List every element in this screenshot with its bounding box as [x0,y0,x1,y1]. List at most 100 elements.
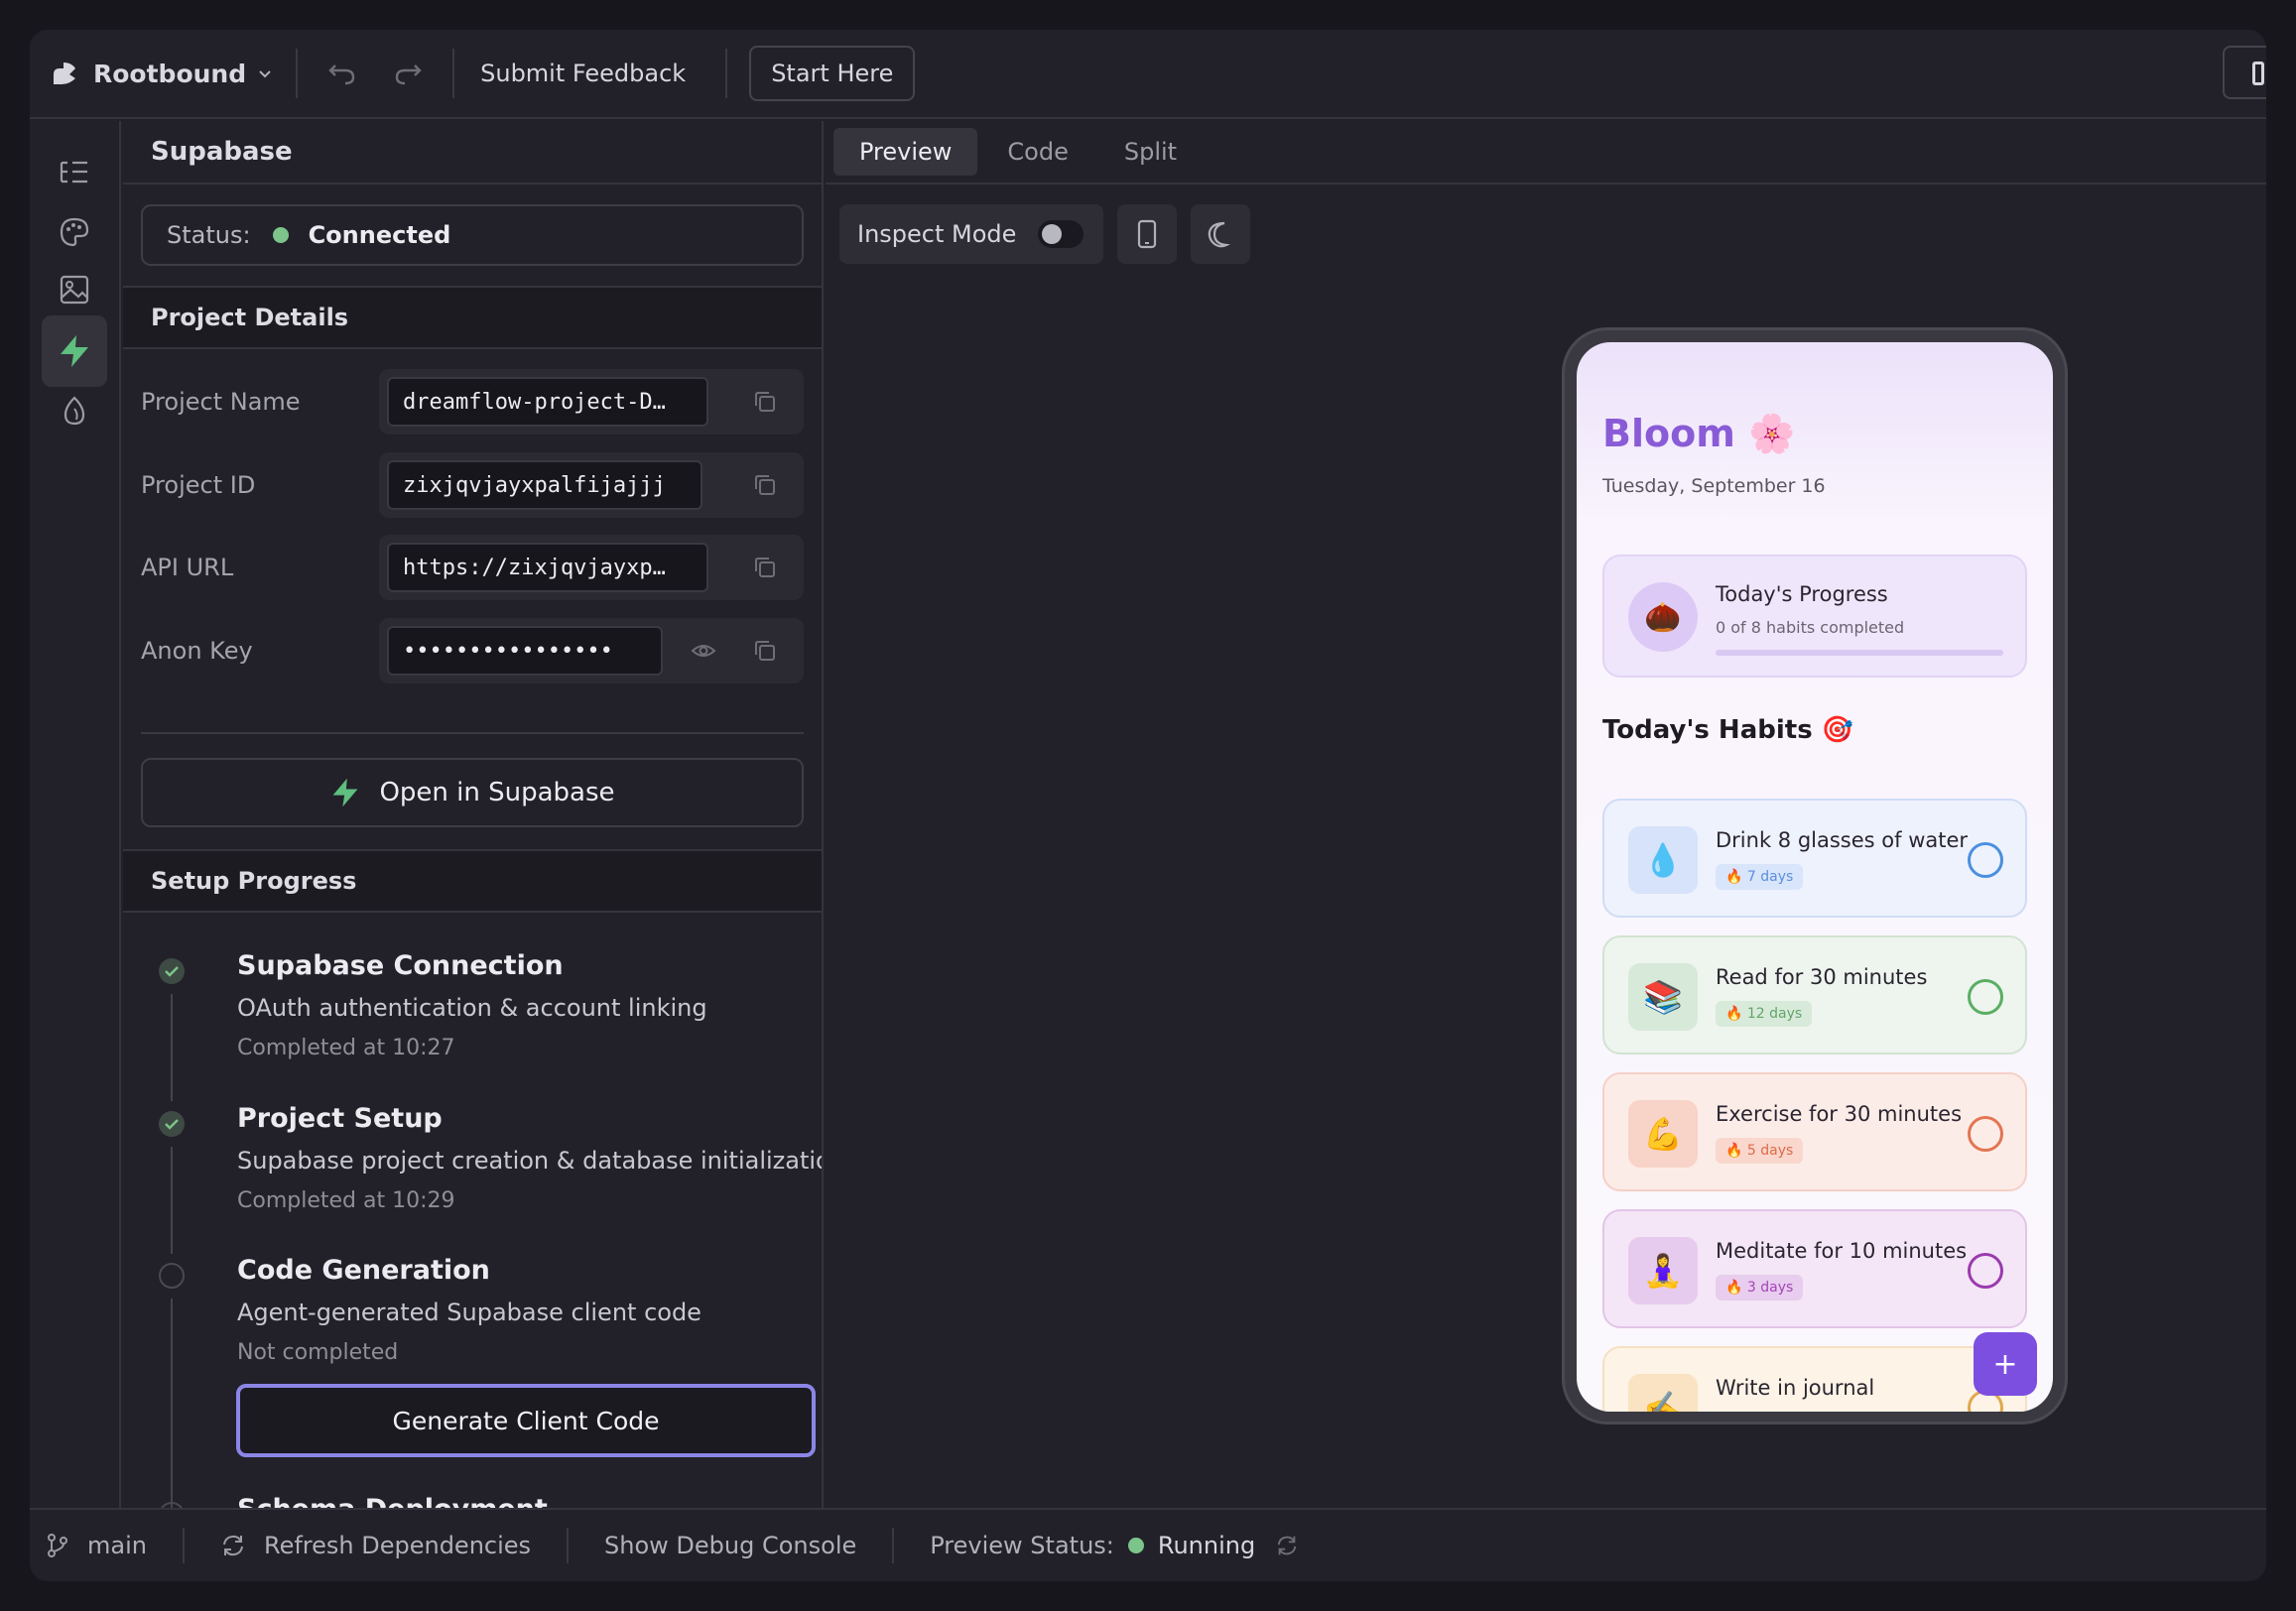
habit-name: Exercise for 30 minutes [1716,1102,1963,1126]
project-details-heading: Project Details [123,286,822,349]
streak-badge: 🔥 12 days [1716,1001,1813,1027]
refresh-dependencies-button[interactable]: Refresh Dependencies [264,1532,531,1559]
undo-button[interactable] [319,51,365,96]
image-icon [60,275,89,305]
setup-progress-heading: Setup Progress [123,849,822,913]
progress-bar [1716,650,2003,656]
habit-card[interactable]: 💪 Exercise for 30 minutes 🔥 5 days [1602,1072,2027,1191]
habit-name: Meditate for 10 minutes [1716,1239,1968,1263]
app-screen: Bloom 🌸 Tuesday, September 16 🌰 Today's … [1577,342,2053,1412]
tab-split[interactable]: Split [1098,128,1203,176]
habit-card[interactable]: 🧘‍♀️ Meditate for 10 minutes 🔥 3 days [1602,1209,2027,1328]
preview-status-label: Preview Status: [930,1532,1114,1559]
acorn-icon: 🌰 [1628,582,1698,652]
running-dot-icon [1127,1538,1144,1553]
submit-feedback-button[interactable]: Submit Feedback [476,60,690,87]
check-icon [159,958,185,984]
device-button[interactable] [1117,204,1178,264]
redo-icon [395,64,422,85]
dark-mode-button[interactable] [1191,204,1251,264]
rootbound-logo-icon [54,62,75,84]
eye-icon[interactable] [691,638,716,664]
moon-icon [1209,221,1231,248]
refresh-icon [220,1533,246,1558]
habit-icon: 📚 [1628,963,1698,1031]
habit-card[interactable]: 📚 Read for 30 minutes 🔥 12 days [1602,935,2027,1054]
step-title: Schema Deployment [237,1494,548,1508]
anon-key-row: Anon Key •••••••••••••••• [141,618,804,683]
palette-icon [60,217,89,247]
step-title: Code Generation [237,1255,490,1286]
habit-name: Drink 8 glasses of water [1716,828,1969,852]
streak-badge: 🔥 3 days [1716,1275,1804,1301]
start-here-button[interactable]: Start Here [749,46,916,101]
status-value: Connected [308,221,451,249]
supabase-bolt-icon [61,335,88,367]
chevron-down-icon [259,70,271,78]
field-label: Project Name [141,388,301,416]
reload-preview-icon[interactable] [1275,1534,1299,1557]
project-name: Rootbound [93,59,247,88]
app-title: Bloom 🌸 [1602,412,1796,455]
generate-client-code-button[interactable]: Generate Client Code [236,1384,816,1457]
project-name-row: Project Name dreamflow-project-D… [141,369,804,434]
api-url-field[interactable]: https://zixjqvjayxp… [387,543,708,592]
supabase-panel: Supabase Status: Connected Project Detai… [123,121,824,1508]
preview-toolbar: Inspect Mode [839,204,1251,264]
step-description: Supabase project creation & database ini… [237,1147,824,1175]
panel-toggle-button[interactable] [2223,46,2266,99]
progress-subtitle: 0 of 8 habits completed [1716,618,1905,637]
step-title: Project Setup [237,1103,443,1134]
phone-icon [1138,219,1157,249]
copy-icon[interactable] [752,389,778,415]
preview-status-value: Running [1157,1532,1256,1559]
copy-icon[interactable] [752,555,778,580]
tab-code[interactable]: Code [981,128,1093,176]
app-date: Tuesday, September 16 [1602,475,1826,497]
branch-name[interactable]: main [87,1532,147,1559]
status-bar: main Refresh Dependencies Show Debug Con… [30,1508,2266,1581]
flame-icon [64,396,85,426]
habits-heading: Today's Habits 🎯 [1602,715,1854,745]
habit-card[interactable]: ✍️Write in journal🔥 4 days [1602,1346,2027,1412]
copy-icon[interactable] [752,638,778,664]
inspect-mode-control[interactable]: Inspect Mode [839,204,1104,264]
step-time: Completed at 10:27 [237,1036,455,1060]
habit-checkbox[interactable] [1968,1116,2003,1152]
tree-list-icon [60,161,87,184]
progress-card: 🌰 Today's Progress 0 of 8 habits complet… [1602,555,2027,678]
rail-item-firebase[interactable] [42,375,107,446]
check-icon [159,1111,185,1137]
streak-badge: 🔥 5 days [1716,1138,1804,1164]
connection-status: Status: Connected [141,204,804,266]
redo-button[interactable] [385,51,431,96]
habit-icon: 🧘‍♀️ [1628,1237,1698,1304]
habit-card[interactable]: 💧 Drink 8 glasses of water 🔥 7 days [1602,799,2027,918]
phone-preview: Bloom 🌸 Tuesday, September 16 🌰 Today's … [1562,327,2068,1425]
app-window: Rootbound Submit Feedback Start Here Sup… [30,30,2266,1581]
top-bar: Rootbound Submit Feedback Start Here [30,30,2266,119]
add-habit-button[interactable]: + [1974,1332,2037,1396]
inspect-mode-toggle[interactable] [1038,220,1084,248]
project-id-row: Project ID zixjqvjayxpalfijajjj [141,452,804,518]
copy-icon[interactable] [752,472,778,498]
git-branch-icon [46,1533,69,1558]
progress-title: Today's Progress [1716,582,1888,606]
step-time: Not completed [237,1340,399,1365]
view-tabs: Preview Code Split [826,121,2266,185]
habit-checkbox[interactable] [1968,1253,2003,1289]
tab-preview[interactable]: Preview [833,128,978,176]
left-rail [30,121,121,1508]
habit-checkbox[interactable] [1968,842,2003,878]
undo-icon [328,64,355,85]
show-debug-console-button[interactable]: Show Debug Console [604,1532,856,1559]
field-label: Project ID [141,471,256,499]
project-name-field[interactable]: dreamflow-project-D… [387,377,708,427]
habit-checkbox[interactable] [1968,979,2003,1015]
anon-key-field[interactable]: •••••••••••••••• [387,626,663,676]
habit-icon: 💪 [1628,1100,1698,1168]
project-switcher[interactable]: Rootbound [50,59,274,88]
api-url-row: API URL https://zixjqvjayxp… [141,535,804,600]
open-in-supabase-button[interactable]: Open in Supabase [141,758,804,827]
project-id-field[interactable]: zixjqvjayxpalfijajjj [387,460,702,510]
